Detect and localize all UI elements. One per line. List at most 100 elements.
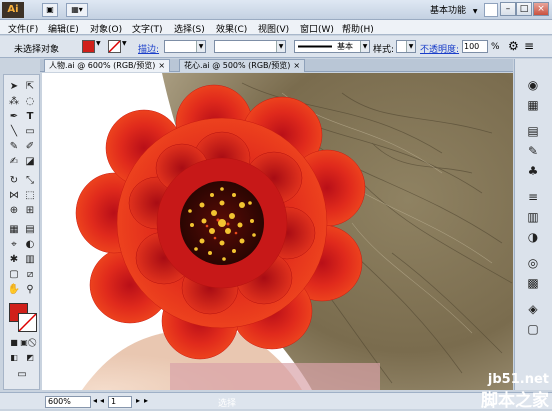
color-panel-icon[interactable]: ◉ [524, 77, 542, 93]
fill-dropdown[interactable]: ▼ [96, 40, 104, 53]
symbols-panel-icon[interactable]: ♣ [524, 163, 542, 179]
eraser-tool-icon[interactable]: ◪ [23, 156, 37, 168]
document-tab-bar: 人物.ai @ 600% (RGB/预览) × 花心.ai @ 500% (RGB… [40, 59, 513, 72]
variable-width-profile-dropdown[interactable]: ▼ [214, 40, 286, 53]
gradient-panel-icon[interactable]: ▥ [524, 209, 542, 225]
graphic-style-dropdown[interactable]: ▼ [396, 40, 416, 53]
bridge-button[interactable]: ▣ [42, 3, 58, 17]
gradient-tool-icon[interactable]: ▤ [23, 224, 37, 236]
stroke-panel-icon[interactable]: ≡ [524, 189, 542, 205]
opacity-field[interactable]: 100 [462, 40, 488, 53]
eyedropper-tool-icon[interactable]: ⌖ [7, 239, 21, 251]
draw-behind-icon[interactable]: ◩ [23, 352, 37, 364]
menu-file[interactable]: 文件(F) [8, 22, 38, 35]
blend-tool-icon[interactable]: ◐ [23, 239, 37, 251]
arrange-documents-button[interactable]: ▦▾ [66, 3, 88, 17]
column-graph-tool-icon[interactable]: ▥ [23, 254, 37, 266]
tools-panel: ➤ ⇱ ⁂ ◌ ✒ T ╲ ▭ ✎ ✐ ✍ ◪ ↻ ⤡ ⋈ ⬚ ⊕ ⊞ ▦ ▤ … [3, 74, 40, 390]
stroke-dropdown[interactable]: ▼ [122, 40, 130, 53]
recolor-icon[interactable]: ⚙ [508, 39, 519, 53]
type-tool-icon[interactable]: T [23, 111, 37, 123]
status-bar: 600% ◂ ◂ 1 ▸ ▸ 选择 [0, 392, 552, 409]
opacity-value: 100 [464, 42, 480, 51]
mesh-tool-icon[interactable]: ▦ [7, 224, 21, 236]
previous-artboard-icon[interactable]: ◂ [100, 396, 104, 405]
stroke-weight-field[interactable]: ▼ [164, 40, 206, 53]
chevron-down-icon: ▼ [472, 8, 478, 15]
direct-selection-tool-icon[interactable]: ⇱ [23, 81, 37, 93]
draw-normal-icon[interactable]: ◧ [7, 352, 21, 364]
none-mode-icon[interactable]: ⃠ [27, 337, 41, 349]
menu-bar: 文件(F) 编辑(E) 对象(O) 文字(T) 选择(S) 效果(C) 视图(V… [0, 20, 552, 35]
menu-effect[interactable]: 效果(C) [216, 22, 247, 35]
opacity-label[interactable]: 不透明度: [420, 42, 459, 55]
lasso-tool-icon[interactable]: ◌ [23, 96, 37, 108]
free-transform-tool-icon[interactable]: ⬚ [23, 190, 37, 202]
screen-mode-icon[interactable]: ▭ [15, 369, 29, 381]
fill-swatch[interactable] [82, 40, 95, 53]
line-tool-icon[interactable]: ╲ [7, 126, 21, 138]
artboard-canvas[interactable] [42, 73, 513, 390]
menu-edit[interactable]: 编辑(E) [48, 22, 79, 35]
menu-window[interactable]: 窗口(W) [300, 22, 334, 35]
color-guide-panel-icon[interactable]: ▦ [524, 97, 542, 113]
brush-definition-dropdown[interactable]: 基本 ▼ [294, 40, 370, 53]
stroke-color-swatch[interactable] [18, 313, 37, 332]
swatches-panel-icon[interactable]: ▤ [524, 123, 542, 139]
magic-wand-tool-icon[interactable]: ⁂ [7, 96, 21, 108]
menu-object[interactable]: 对象(O) [90, 22, 122, 35]
first-artboard-icon[interactable]: ◂ [93, 396, 97, 405]
selection-tool-icon[interactable]: ➤ [7, 81, 21, 93]
shape-builder-tool-icon[interactable]: ⊕ [7, 205, 21, 217]
artwork [42, 73, 513, 390]
close-icon[interactable]: × [293, 61, 300, 70]
artboards-panel-icon[interactable]: ▢ [524, 321, 542, 337]
close-button[interactable]: × [533, 2, 549, 16]
zoom-field[interactable]: 600% [45, 396, 91, 408]
graphic-styles-panel-icon[interactable]: ▩ [524, 275, 542, 291]
tab-label: 花心.ai @ 500% (RGB/预览) [184, 61, 291, 70]
tab-document-flower-center[interactable]: 花心.ai @ 500% (RGB/预览) × [179, 59, 306, 72]
symbol-sprayer-tool-icon[interactable]: ✱ [7, 254, 21, 266]
rectangle-tool-icon[interactable]: ▭ [23, 126, 37, 138]
next-artboard-icon[interactable]: ▸ [136, 396, 140, 405]
search-input[interactable] [484, 3, 498, 17]
pencil-tool-icon[interactable]: ✐ [23, 141, 37, 153]
hand-tool-icon[interactable]: ✋ [7, 284, 21, 296]
tab-label: 人物.ai @ 600% (RGB/预览) [49, 61, 156, 70]
maximize-button[interactable]: □ [516, 2, 532, 16]
title-bar: Ai ▣ ▦▾ 基本功能 ▼ – □ × [0, 0, 552, 20]
selection-overlay [170, 363, 380, 390]
blob-brush-tool-icon[interactable]: ✍ [7, 156, 21, 168]
menu-type[interactable]: 文字(T) [132, 22, 163, 35]
menu-view[interactable]: 视图(V) [258, 22, 289, 35]
artboard-number-field[interactable]: 1 [108, 396, 132, 408]
menu-select[interactable]: 选择(S) [174, 22, 205, 35]
width-tool-icon[interactable]: ⋈ [7, 190, 21, 202]
minimize-button[interactable]: – [500, 2, 516, 16]
rotate-tool-icon[interactable]: ↻ [7, 175, 21, 187]
stroke-label[interactable]: 描边: [138, 42, 159, 55]
last-artboard-icon[interactable]: ▸ [144, 396, 148, 405]
brushes-panel-icon[interactable]: ✎ [524, 143, 542, 159]
transparency-panel-icon[interactable]: ◑ [524, 229, 542, 245]
current-tool-status: 选择 [218, 399, 237, 409]
pen-tool-icon[interactable]: ✒ [7, 111, 21, 123]
tab-document-person[interactable]: 人物.ai @ 600% (RGB/预览) × [44, 59, 171, 72]
slice-tool-icon[interactable]: ⧄ [23, 269, 37, 281]
app-logo-icon: Ai [2, 2, 24, 18]
stroke-swatch[interactable] [108, 40, 121, 53]
close-icon[interactable]: × [158, 61, 165, 70]
paintbrush-tool-icon[interactable]: ✎ [7, 141, 21, 153]
artboard-number: 1 [111, 397, 117, 406]
layers-panel-icon[interactable]: ◈ [524, 301, 542, 317]
zoom-tool-icon[interactable]: ⚲ [23, 284, 37, 296]
workspace-switcher[interactable]: 基本功能 ▼ [430, 3, 478, 16]
artboard-tool-icon[interactable]: ▢ [7, 269, 21, 281]
panel-menu-icon[interactable]: ≡ [524, 39, 534, 53]
panel-dock: ◉ ▦ ▤ ✎ ♣ ≡ ▥ ◑ ◎ ▩ ◈ ▢ [514, 59, 552, 390]
appearance-panel-icon[interactable]: ◎ [524, 255, 542, 271]
scale-tool-icon[interactable]: ⤡ [23, 175, 37, 187]
menu-help[interactable]: 帮助(H) [342, 22, 374, 35]
perspective-grid-tool-icon[interactable]: ⊞ [23, 205, 37, 217]
